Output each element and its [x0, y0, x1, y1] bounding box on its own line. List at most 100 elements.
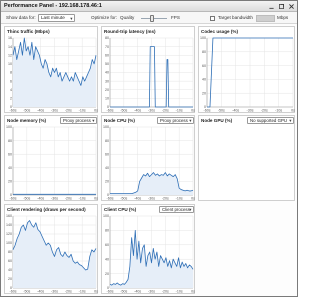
panel-title: Node GPU (%)	[201, 117, 233, 123]
panel-title: Node memory (%)	[7, 117, 47, 123]
x-tick-label: -50s	[23, 290, 30, 294]
y-tick-label: 140	[6, 223, 12, 227]
select-value: Client process	[162, 207, 190, 212]
toolbar: Show data for: Last minute ▾ Optimize fo…	[1, 12, 297, 24]
chevron-down-icon: ▾	[92, 118, 95, 123]
x-tick-label: -50s	[120, 109, 127, 113]
x-tick-label: -20s	[65, 109, 72, 113]
minimize-icon[interactable]	[267, 2, 275, 10]
codec-usage-panel: 0 20 40 60 80 100 -60s -50s -40s -30s -20s -10s 0s C…	[198, 26, 295, 113]
y-tick-label: 80	[105, 36, 109, 40]
x-tick-label: -30s	[148, 197, 155, 201]
node-cpu-process-select[interactable]: Proxy process ▾	[157, 117, 194, 124]
target-bandwidth-label: Target bandwidth	[218, 15, 253, 21]
quality-label: Quality	[120, 15, 135, 21]
x-tick-label: -20s	[65, 197, 72, 201]
x-tick-label: -10s	[275, 109, 282, 113]
x-tick-label: -30s	[148, 290, 155, 294]
y-tick-label: 30	[105, 79, 109, 83]
y-tick-label: 40	[105, 257, 109, 261]
y-tick-label: 60	[202, 64, 206, 68]
y-tick-label: 80	[105, 229, 109, 233]
client-cpu-process-select[interactable]: Client process ▾	[159, 206, 194, 213]
y-tick-label: 40	[105, 166, 109, 170]
x-tick-label: -20s	[162, 197, 169, 201]
y-tick-label: 80	[8, 250, 12, 254]
x-tick-label: -40s	[37, 290, 44, 294]
round-trip-latency-panel: 0 10 20 30 40 50 60 70 80 -60s -50s -40s -30s -20s -10…	[101, 26, 195, 113]
y-tick-label: 60	[8, 152, 12, 156]
target-bandwidth-checkbox[interactable]	[210, 15, 215, 21]
x-tick-label: -50s	[23, 109, 30, 113]
node-gpu-chart	[199, 116, 296, 202]
x-tick-label: -50s	[23, 197, 30, 201]
fps-label: FPS	[171, 15, 180, 21]
x-tick-label: -50s	[120, 290, 127, 294]
quality-fps-slider[interactable]	[141, 14, 167, 22]
panel-title: Round-trip latency (ms)	[104, 28, 156, 34]
x-tick-label: -60s	[107, 197, 114, 201]
node-memory-panel: 0 20 40 60 80 100 -60s -50s -40s -30s -20s -10s 0s N…	[4, 115, 98, 201]
x-tick-label: -40s	[134, 197, 141, 201]
y-tick-label: 70	[105, 45, 109, 49]
client-rendering-chart: 020406080100120140160-60s -50s -40s -30s -20…	[6, 214, 98, 294]
y-tick-label: 60	[105, 243, 109, 247]
y-tick-label: 40	[105, 71, 109, 75]
y-tick-label: 100	[6, 125, 12, 129]
y-tick-label: 20	[8, 277, 12, 281]
y-tick-label: 20	[105, 88, 109, 92]
bandwidth-input[interactable]	[256, 14, 275, 22]
select-value: Proxy process	[63, 118, 91, 123]
x-tick-label: -30s	[51, 197, 58, 201]
x-tick-label: -20s	[162, 290, 169, 294]
y-tick-label: 14	[8, 45, 12, 49]
x-tick-label: -10s	[176, 109, 183, 113]
x-tick-label: 0s	[94, 197, 98, 201]
y-tick-label: 100	[200, 36, 206, 40]
y-tick-label: 120	[6, 232, 12, 236]
x-tick-label: 0s	[191, 197, 195, 201]
client-rendering-panel: 0 20 40 60 80 100 120 140 160 -60s -50s -40s -30s -20…	[4, 204, 98, 294]
chevron-down-icon: ▾	[70, 15, 73, 21]
y-tick-label: 12	[8, 53, 12, 57]
client-cpu-panel: 0 20 40 60 80 100 -60s -50s -40s -30s -20s -10s 0s C…	[101, 204, 195, 294]
x-tick-label: -10s	[79, 197, 86, 201]
y-tick-label: 16	[8, 36, 12, 40]
x-tick-label: -20s	[261, 109, 268, 113]
window-title: Performance Panel - 192.168.178.46:1	[4, 3, 102, 9]
y-tick-label: 40	[8, 166, 12, 170]
y-tick-label: 2	[10, 97, 12, 101]
x-tick-label: -30s	[148, 109, 155, 113]
x-tick-label: 0s	[191, 290, 195, 294]
y-tick-label: 20	[105, 180, 109, 184]
y-tick-label: 160	[6, 214, 12, 218]
time-range-select[interactable]: Last minute ▾	[38, 14, 75, 22]
node-memory-chart: 020406080100-60s -50s -40s -30s -20s -10s 0s	[6, 125, 98, 201]
chevron-down-icon: ▾	[189, 118, 192, 123]
node-gpu-select[interactable]: No supported GPU ▾	[247, 117, 294, 124]
series-area	[110, 172, 193, 195]
x-tick-label: 0s	[191, 109, 195, 113]
time-range-value: Last minute	[41, 15, 65, 20]
x-tick-label: -20s	[162, 109, 169, 113]
chevron-down-icon: ▾	[289, 118, 292, 123]
x-tick-label: -40s	[37, 197, 44, 201]
x-tick-label: -60s	[10, 197, 17, 201]
y-tick-label: 6	[10, 79, 12, 83]
x-tick-label: -60s	[107, 109, 114, 113]
slider-thumb[interactable]	[150, 14, 154, 22]
panel-title: Node CPU (%)	[104, 117, 135, 123]
panel-title: Client rendering (draws per second)	[7, 206, 86, 212]
maximize-icon[interactable]	[277, 2, 285, 10]
y-tick-label: 80	[202, 50, 206, 54]
x-tick-label: -40s	[134, 290, 141, 294]
x-tick-label: -10s	[176, 290, 183, 294]
x-tick-label: -40s	[232, 109, 239, 113]
y-tick-label: 80	[8, 139, 12, 143]
x-tick-label: -40s	[134, 109, 141, 113]
y-tick-label: 40	[202, 78, 206, 82]
optimize-label: Optimize for:	[91, 15, 118, 21]
node-memory-process-select[interactable]: Proxy process ▾	[60, 117, 97, 124]
y-tick-label: 80	[105, 139, 109, 143]
close-icon[interactable]	[287, 2, 295, 10]
